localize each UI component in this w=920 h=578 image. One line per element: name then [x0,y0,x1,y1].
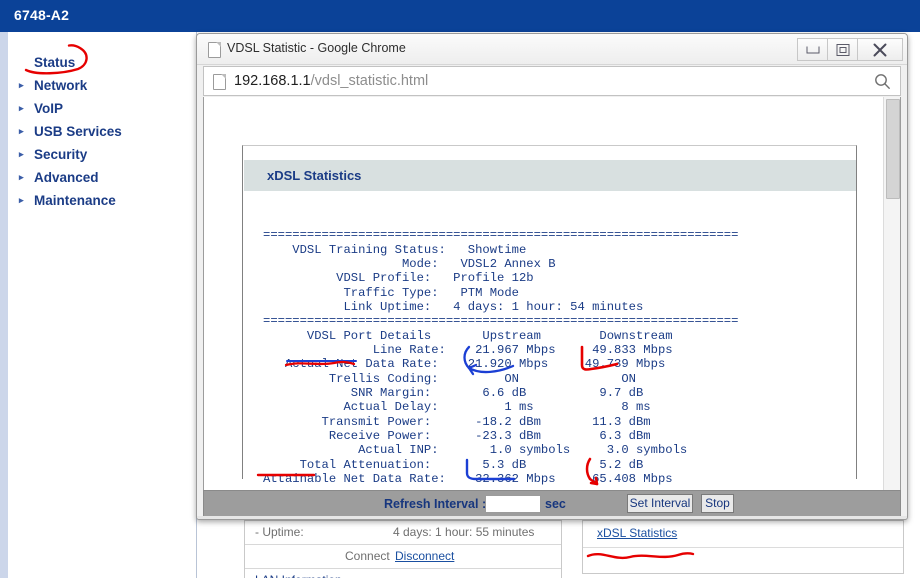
panel-row-empty [583,548,903,574]
router-model-label: 6748-A2 [14,7,69,23]
xdsl-statistics-link[interactable]: xDSL Statistics [597,526,677,540]
lan-information-header: LAN Information [245,569,561,578]
page-icon [213,74,226,90]
window-title: VDSL Statistic - Google Chrome [227,41,406,55]
router-sidebar: Status ▸ Network ▸ VoIP ▸ USB Services ▸… [8,32,197,578]
sidebar-item-label: Advanced [34,170,99,185]
xdsl-statistics-text: ========================================… [263,228,738,496]
disconnect-link[interactable]: Disconnect [395,549,454,563]
sidebar-item-label: VoIP [34,101,63,116]
lan-information-label: LAN Information [255,573,342,578]
sidebar-item-label: Network [34,78,87,93]
uptime-value: 4 days: 1 hour: 55 minutes [393,525,534,539]
window-bottom-edge [197,516,907,519]
seconds-label: sec [545,497,566,511]
panel-row: xDSL Statistics [583,521,903,548]
page-icon [208,42,221,58]
section-header: xDSL Statistics [244,160,856,191]
sidebar-item-label: Maintenance [34,193,116,208]
close-icon [873,42,888,57]
sidebar-item-advanced[interactable]: ▸ Advanced [8,167,196,190]
address-bar[interactable]: 192.168.1.1/vdsl_statistic.html [203,66,901,96]
minimize-icon [806,46,819,53]
sidebar-item-network[interactable]: ▸ Network [8,75,196,98]
maximize-icon [836,44,849,56]
chevron-right-icon: ▸ [19,172,24,183]
page-title: xDSL Statistics [267,168,361,183]
wan-status-table: - Uptime: 4 days: 1 hour: 55 minutes Con… [244,520,562,578]
chevron-right-icon: ▸ [19,80,24,91]
window-titlebar[interactable]: VDSL Statistic - Google Chrome [197,34,907,65]
set-interval-button[interactable]: Set Interval [627,494,693,513]
browser-viewport: xDSL Statistics ========================… [203,97,901,496]
sidebar-item-status[interactable]: Status [8,52,196,75]
chrome-window: VDSL Statistic - Google Chrome [196,33,908,520]
xdsl-statistics-page: xDSL Statistics ========================… [242,145,857,479]
refresh-interval-input[interactable] [485,495,541,513]
minimize-button[interactable] [797,38,827,61]
chevron-right-icon: ▸ [19,195,24,206]
chevron-right-icon: ▸ [19,126,24,137]
sidebar-item-label: USB Services [34,124,122,139]
uptime-label: - Uptime: [255,525,304,539]
url-text: 192.168.1.1/vdsl_statistic.html [234,73,428,89]
url-path: /vdsl_statistic.html [311,73,429,89]
close-button[interactable] [857,38,903,61]
screen: 6748-A2 Status ▸ Network ▸ VoIP ▸ USB Se… [0,0,920,578]
window-controls [797,38,903,59]
sidebar-left-band [0,32,8,578]
connect-label: Connect [345,549,390,563]
refresh-interval-label: Refresh Interval : [384,497,486,511]
statistics-panel: xDSL Statistics [582,520,904,574]
chevron-right-icon: ▸ [19,103,24,114]
refresh-toolbar: Refresh Interval : sec Set Interval Stop [203,490,901,518]
scrollbar-thumb[interactable] [886,99,900,199]
maximize-button[interactable] [827,38,857,61]
url-host: 192.168.1.1 [234,73,311,89]
sidebar-item-voip[interactable]: ▸ VoIP [8,98,196,121]
table-row: - Uptime: 4 days: 1 hour: 55 minutes [245,521,561,545]
table-row: Connect Disconnect [245,545,561,569]
sidebar-item-label: Security [34,147,87,162]
vertical-scrollbar[interactable] [883,97,900,494]
sidebar-item-security[interactable]: ▸ Security [8,144,196,167]
stop-button[interactable]: Stop [701,494,734,513]
chevron-right-icon: ▸ [19,149,24,160]
search-icon[interactable] [874,73,891,90]
sidebar-item-usb-services[interactable]: ▸ USB Services [8,121,196,144]
sidebar-item-maintenance[interactable]: ▸ Maintenance [8,190,196,213]
sidebar-item-label: Status [34,55,75,70]
